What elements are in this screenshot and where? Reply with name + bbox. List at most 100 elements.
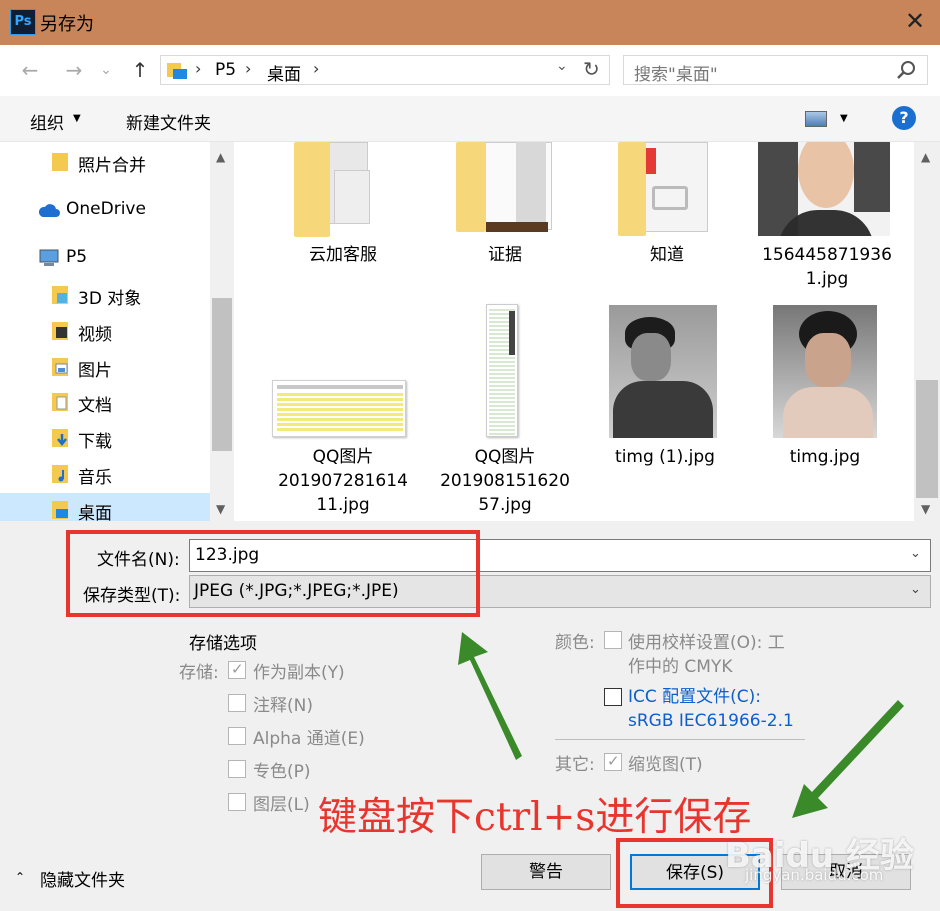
save-label: 存储: <box>179 663 219 683</box>
sidebar-item-label: 3D 对象 <box>78 289 142 309</box>
option-label: 注释(N) <box>253 696 313 716</box>
title-bar <box>0 0 940 45</box>
proof-setup-label: 作中的 CMYK <box>628 657 733 677</box>
save-options-title: 存储选项 <box>189 634 257 654</box>
icc-profile-label: ICC 配置文件(C): sRGB IEC61966-2.1 <box>628 685 794 733</box>
photo-thumbnail[interactable] <box>773 305 877 438</box>
crumb-separator: › <box>245 59 252 78</box>
hide-folders-button[interactable]: 隐藏文件夹 <box>40 866 125 891</box>
annotation-highlight-box <box>66 530 480 617</box>
chevron-down-icon[interactable]: ⌄ <box>910 582 921 597</box>
divider <box>555 739 805 740</box>
annotation-text: 键盘按下ctrl+s进行保存 <box>318 795 752 840</box>
cloud-icon <box>38 204 60 217</box>
option-label: 作为副本(Y) <box>253 663 345 683</box>
use-proof-setup-checkbox[interactable] <box>604 631 622 649</box>
color-label: 颜色: <box>555 633 595 653</box>
sidebar-item-label: 文档 <box>78 396 112 416</box>
warning-button[interactable]: 警告 <box>481 854 611 890</box>
crumb-separator: › <box>195 59 202 78</box>
proof-setup-label: 使用校样设置(O): 工 <box>628 633 785 653</box>
other-label: 其它: <box>555 755 595 775</box>
green-arrow-icon <box>792 700 904 818</box>
option-label: Alpha 通道(E) <box>253 729 365 749</box>
search-icon[interactable] <box>896 60 916 80</box>
chevron-down-icon[interactable]: ⌄ <box>910 546 921 561</box>
file-name[interactable]: 云加客服 <box>268 243 418 267</box>
thumbnail-checkbox[interactable] <box>604 752 622 771</box>
annotations-checkbox[interactable] <box>228 694 246 712</box>
spreadsheet-thumbnail[interactable] <box>486 304 518 437</box>
spreadsheet-thumbnail[interactable] <box>272 380 406 437</box>
search-placeholder: 搜索"桌面" <box>634 65 718 85</box>
new-folder-button[interactable]: 新建文件夹 <box>126 109 211 134</box>
file-name-line: QQ图片 <box>312 447 374 467</box>
scroll-up-icon[interactable]: ▲ <box>216 150 225 164</box>
documents-icon <box>52 393 68 411</box>
file-name[interactable]: 知道 <box>592 243 742 267</box>
file-name-line: 201907281614 <box>278 471 408 491</box>
photoshop-icon: Ps <box>10 9 36 35</box>
file-list-scroll-thumb[interactable] <box>916 380 938 498</box>
close-button[interactable]: ✕ <box>900 6 930 36</box>
recent-locations-button[interactable]: ⌄ <box>96 56 116 84</box>
file-name-line: 156445871936 <box>762 245 892 265</box>
file-name-line: 201908151620 <box>440 471 570 491</box>
sidebar-item-label: 音乐 <box>78 468 112 488</box>
change-view-icon[interactable] <box>805 111 827 127</box>
folder-thumbnail[interactable] <box>294 142 390 237</box>
file-name-line: 1.jpg <box>805 269 849 289</box>
file-name[interactable]: timg (1).jpg <box>590 445 740 469</box>
sidebar-scroll-thumb[interactable] <box>212 298 232 451</box>
file-name-line: QQ图片 <box>474 447 536 467</box>
scroll-down-icon[interactable]: ▼ <box>921 502 930 516</box>
forward-button[interactable]: → <box>60 56 88 84</box>
up-button[interactable]: ↑ <box>126 56 154 84</box>
chevron-up-icon[interactable]: ⌃ <box>15 870 25 884</box>
baidu-watermark-url: jingyan.baidu.com <box>745 866 884 884</box>
scroll-up-icon[interactable]: ▲ <box>921 150 930 164</box>
search-input[interactable]: 搜索"桌面" <box>623 55 928 85</box>
help-icon[interactable]: ? <box>892 106 916 130</box>
icc-line: ICC 配置文件(C): <box>628 687 762 707</box>
folder-thumbnail[interactable] <box>456 142 552 232</box>
photo-thumbnail[interactable] <box>609 305 717 438</box>
crumb-separator: › <box>313 59 320 78</box>
option-label: 缩览图(T) <box>628 755 703 775</box>
file-name[interactable]: QQ图片 201908151620 57.jpg <box>430 445 580 517</box>
sidebar-item-label: 视频 <box>78 325 112 345</box>
sidebar-item-label: 照片合并 <box>78 156 146 176</box>
sidebar-item-label: 图片 <box>78 361 112 381</box>
organize-button[interactable]: 组织 <box>30 109 64 134</box>
sidebar-item-label: P5 <box>66 247 88 267</box>
alpha-channels-checkbox[interactable] <box>228 727 246 745</box>
option-label: 图层(L) <box>253 795 310 815</box>
address-dropdown-icon[interactable]: ⌄ <box>556 58 568 74</box>
refresh-icon[interactable]: ↻ <box>583 57 600 81</box>
spot-colors-checkbox[interactable] <box>228 760 246 778</box>
layers-checkbox[interactable] <box>228 793 246 811</box>
download-icon <box>52 429 68 447</box>
video-icon <box>52 322 68 340</box>
crumb-desktop[interactable]: 桌面 <box>267 60 301 85</box>
chevron-down-icon[interactable]: ▼ <box>840 113 848 124</box>
music-icon <box>52 465 68 483</box>
file-name[interactable]: 证据 <box>430 243 580 267</box>
file-name[interactable]: 156445871936 1.jpg <box>752 243 902 291</box>
icc-line: sRGB IEC61966-2.1 <box>628 711 794 731</box>
green-arrow-icon <box>458 632 522 760</box>
address-bar[interactable]: › P5 › 桌面 › ⌄ ↻ <box>160 55 610 85</box>
scroll-down-icon[interactable]: ▼ <box>216 502 225 516</box>
as-copy-checkbox[interactable] <box>228 660 246 679</box>
desktop-folder-icon <box>167 63 187 79</box>
file-name[interactable]: QQ图片 201907281614 11.jpg <box>268 445 418 517</box>
photo-thumbnail[interactable] <box>758 142 890 236</box>
crumb-p5[interactable]: P5 <box>215 60 236 80</box>
folder-icon <box>52 153 68 171</box>
file-name[interactable]: timg.jpg <box>750 445 900 469</box>
folder-thumbnail[interactable] <box>618 142 714 236</box>
computer-icon <box>39 249 59 266</box>
icc-profile-checkbox[interactable] <box>604 688 622 706</box>
back-button[interactable]: ← <box>16 56 44 84</box>
pictures-icon <box>52 358 68 376</box>
